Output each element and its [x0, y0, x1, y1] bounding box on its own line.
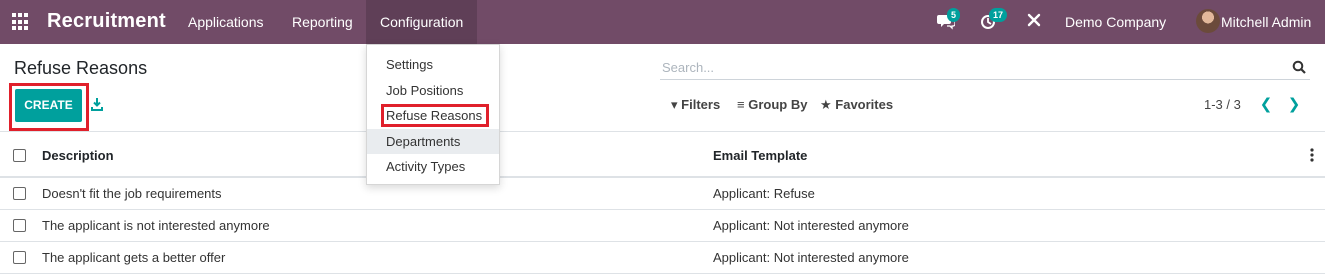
row-email-template: Applicant: Refuse	[713, 186, 815, 201]
group-by-icon: ≡	[737, 97, 745, 112]
column-header-email-template[interactable]: Email Template	[713, 148, 807, 163]
row-checkbox[interactable]	[13, 219, 26, 232]
activities-icon[interactable]: 17	[978, 8, 1008, 32]
menu-item-settings[interactable]: Settings	[367, 52, 499, 77]
pager-previous-icon[interactable]: ❮	[1258, 95, 1274, 113]
star-icon: ★	[820, 97, 832, 112]
search-icon[interactable]	[1292, 60, 1306, 74]
select-all-checkbox[interactable]	[13, 149, 26, 162]
row-description: The applicant gets a better offer	[42, 250, 226, 265]
menu-reporting[interactable]: Reporting	[278, 0, 367, 44]
table-header: Description Email Template	[0, 131, 1325, 178]
row-email-template: Applicant: Not interested anymore	[713, 250, 909, 265]
company-switcher[interactable]: Demo Company	[1065, 0, 1166, 44]
row-description: The applicant is not interested anymore	[42, 218, 270, 233]
menu-item-job-positions[interactable]: Job Positions	[367, 78, 499, 103]
debug-tools-icon[interactable]	[1024, 12, 1044, 32]
download-icon[interactable]	[90, 97, 104, 111]
row-checkbox[interactable]	[13, 251, 26, 264]
table-row[interactable]: Doesn't fit the job requirements Applica…	[0, 178, 1325, 210]
top-navbar: Recruitment Applications Reporting Confi…	[0, 0, 1325, 44]
user-avatar[interactable]	[1196, 9, 1220, 33]
search-bar	[660, 56, 1310, 80]
activities-badge: 17	[989, 8, 1008, 22]
group-by-button[interactable]: ≡ Group By	[737, 97, 807, 112]
filters-label: Filters	[681, 97, 721, 112]
search-input[interactable]	[662, 56, 1262, 78]
page-title: Refuse Reasons	[14, 58, 148, 78]
column-options-icon[interactable]	[1308, 147, 1316, 163]
table-row[interactable]: The applicant is not interested anymore …	[0, 210, 1325, 242]
column-header-description[interactable]: Description	[42, 148, 114, 163]
app-name[interactable]: Recruitment	[47, 10, 166, 33]
filters-button[interactable]: ▾ Filters	[671, 97, 720, 113]
apps-menu-icon[interactable]	[12, 13, 30, 31]
pager-value[interactable]: 1-3 / 3	[1204, 97, 1241, 112]
refuse-reasons-highlight	[381, 104, 489, 127]
filter-icon: ▾	[671, 97, 678, 112]
row-description: Doesn't fit the job requirements	[42, 186, 222, 201]
menu-item-activity-types[interactable]: Activity Types	[367, 154, 499, 179]
favorites-button[interactable]: ★ Favorites	[820, 97, 893, 113]
pager-next-icon[interactable]: ❯	[1286, 95, 1302, 113]
row-checkbox[interactable]	[13, 187, 26, 200]
table-row[interactable]: The applicant gets a better offer Applic…	[0, 242, 1325, 274]
menu-applications[interactable]: Applications	[174, 0, 278, 44]
row-email-template: Applicant: Not interested anymore	[713, 218, 909, 233]
configuration-dropdown: Settings Job Positions Refuse Reasons De…	[366, 44, 500, 185]
favorites-label: Favorites	[835, 97, 894, 112]
menu-configuration[interactable]: Configuration	[366, 0, 478, 44]
menu-item-departments[interactable]: Departments	[367, 129, 499, 154]
create-button[interactable]: CREATE	[15, 89, 82, 122]
group-by-label: Group By	[748, 97, 808, 112]
messages-icon[interactable]: 5	[936, 8, 961, 32]
user-menu[interactable]: Mitchell Admin	[1221, 0, 1311, 44]
messages-badge: 5	[947, 8, 961, 22]
